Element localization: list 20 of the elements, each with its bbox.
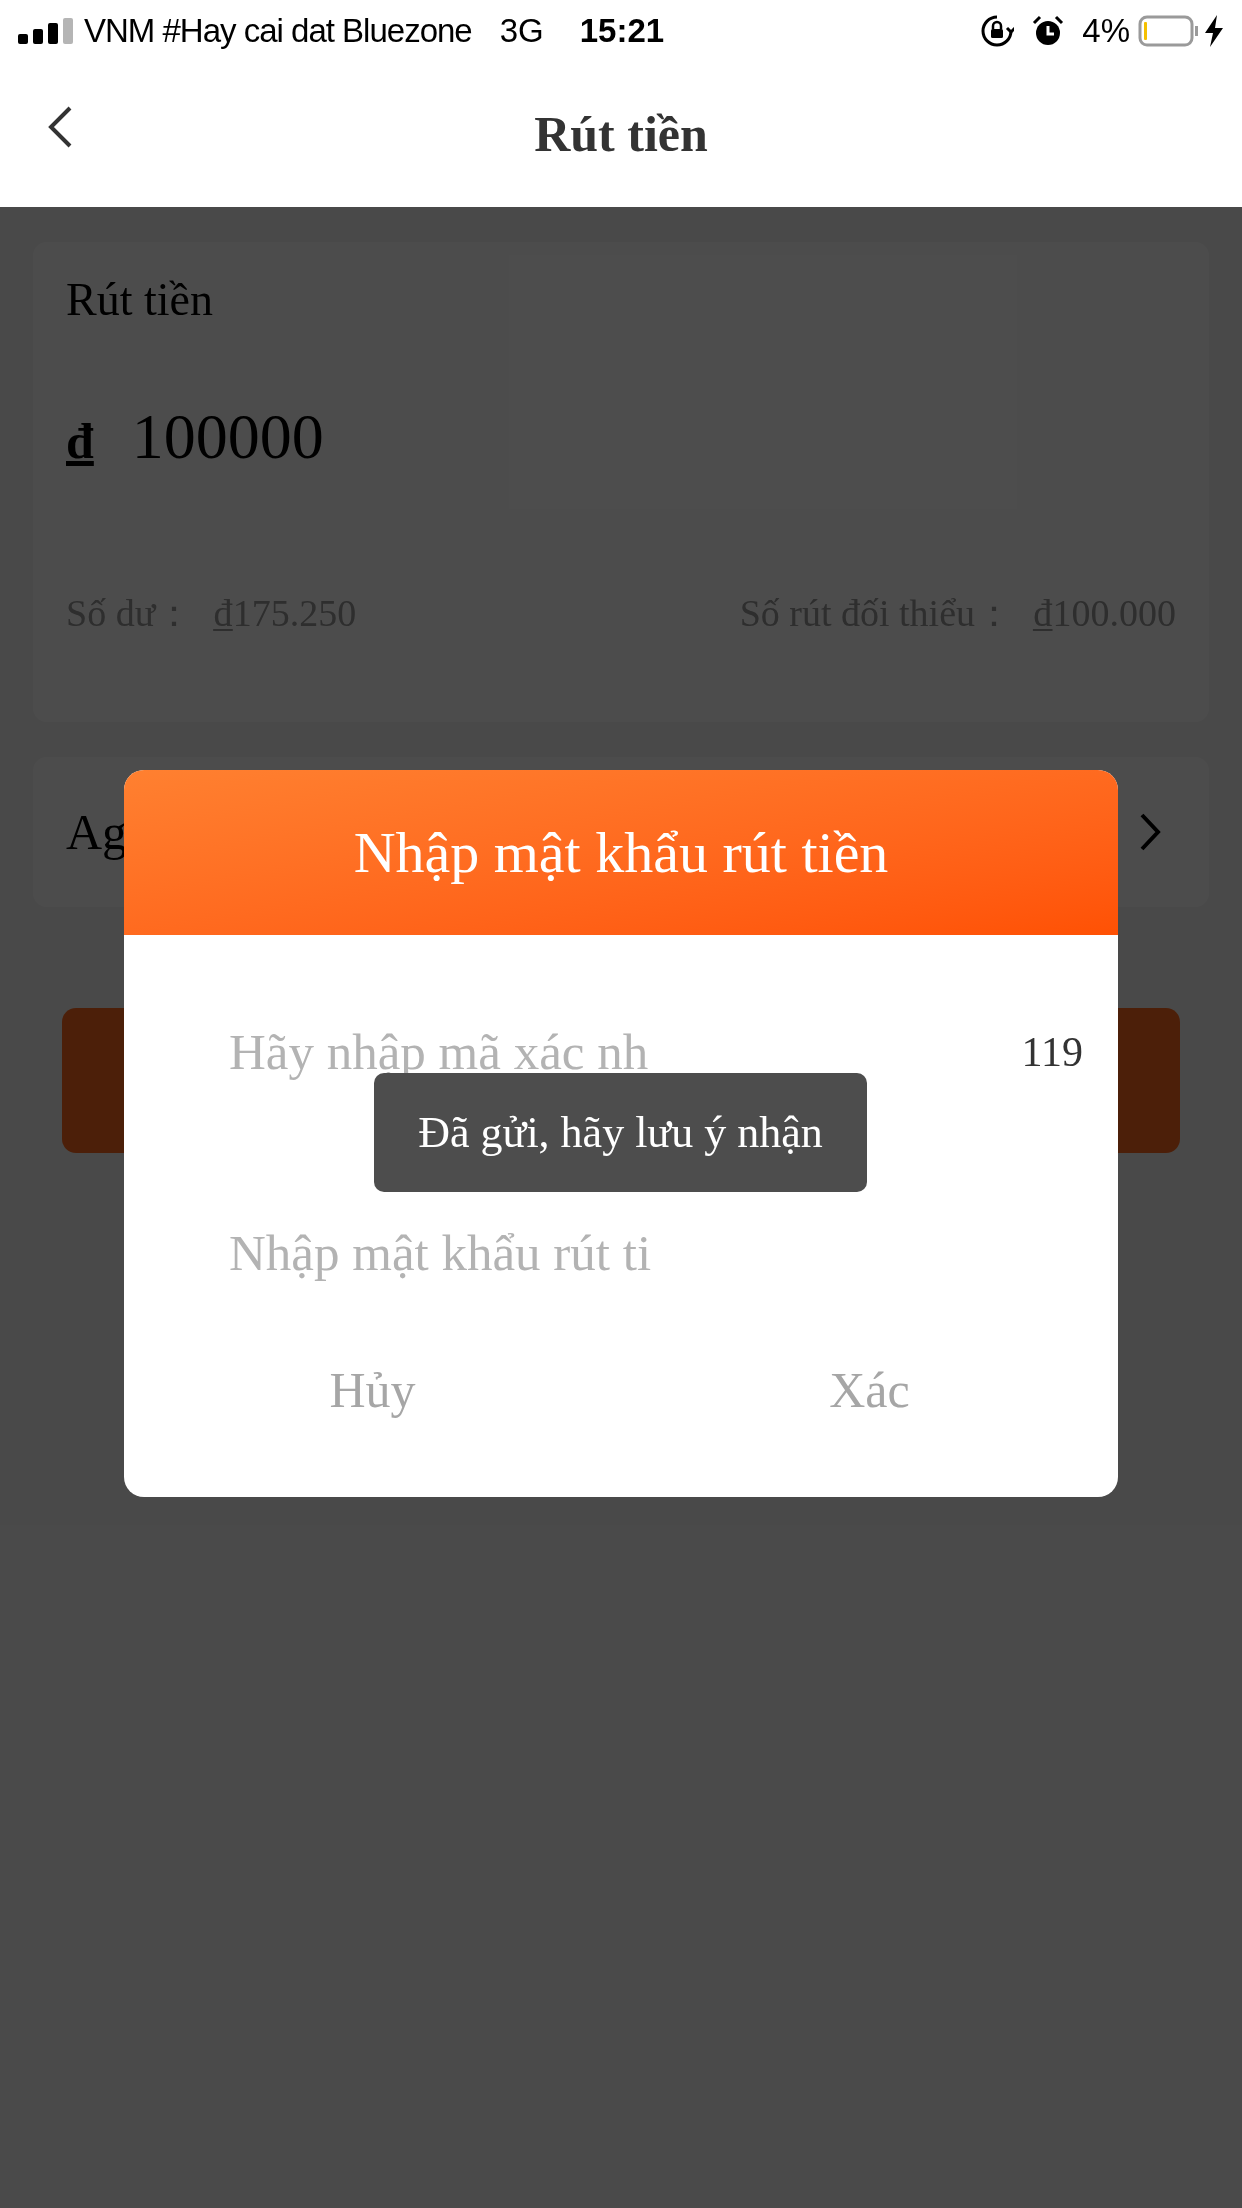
page-title: Rút tiền bbox=[534, 105, 708, 164]
network-type: 3G bbox=[499, 11, 544, 52]
bank-label: Ag bbox=[66, 802, 128, 862]
alarm-icon bbox=[1032, 15, 1065, 47]
dialog-button[interactable]: Xác bbox=[621, 1335, 1118, 1445]
battery-percent: 4% bbox=[1082, 11, 1130, 52]
status-time: 15:21 bbox=[579, 11, 665, 52]
carrier-name: VNM #Hay cai dat Bluezone bbox=[84, 11, 472, 52]
battery-icon bbox=[1138, 15, 1200, 47]
signal-icon bbox=[18, 18, 76, 44]
currency-symbol: đ bbox=[66, 412, 94, 472]
rotation-lock-icon bbox=[980, 14, 1015, 48]
password-field[interactable]: Nhập mật khẩu rút ti bbox=[229, 1214, 869, 1292]
amount-value: 100000 bbox=[131, 400, 324, 475]
toast: Đã gửi, hãy lưu ý nhận bbox=[374, 1073, 867, 1192]
card-title: Rút tiền bbox=[66, 273, 213, 327]
dialog-button[interactable]: Hủy bbox=[124, 1335, 621, 1445]
countdown-timer: 119 bbox=[1021, 1027, 1083, 1077]
back-chevron-icon bbox=[47, 105, 73, 149]
dialog-title: Nhập mật khẩu rút tiền bbox=[353, 819, 889, 887]
